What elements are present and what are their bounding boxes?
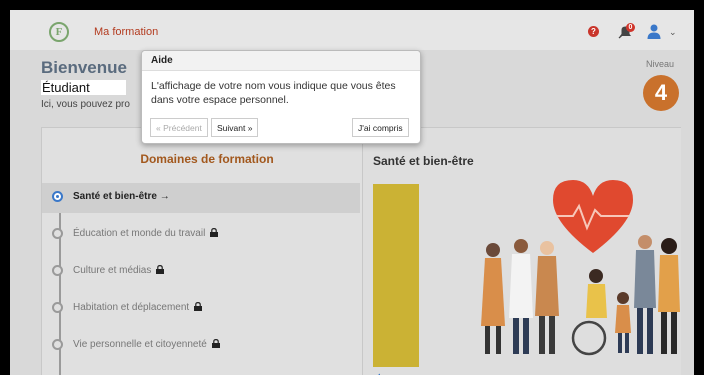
timeline-dot (52, 302, 63, 313)
app-title-link[interactable]: Ma formation (94, 26, 158, 38)
user-icon[interactable] (646, 23, 662, 39)
help-icon[interactable]: ? (588, 26, 599, 37)
timeline-dot (52, 228, 63, 239)
domains-panel: Domaines de formation Santé et bien-être… (42, 128, 362, 375)
domain-label: Éducation et monde du travail (73, 228, 206, 239)
video-placeholder[interactable] (373, 184, 419, 367)
domain-label-wrap: Culture et médias (73, 265, 165, 276)
training-card: Domaines de formation Santé et bien-être… (41, 127, 681, 375)
help-popover: Aide L'affichage de votre nom vous indiq… (141, 50, 421, 144)
domain-label: Habitation et déplacement (73, 302, 190, 313)
domain-label: Vie personnelle et citoyenneté (73, 339, 207, 350)
notification-badge: 0 (626, 23, 635, 32)
domain-detail-panel: Santé et bien-être (362, 128, 681, 375)
top-bar: F Ma formation ? 0 ⌄ (10, 10, 694, 50)
domain-item-sante[interactable]: Santé et bien-être → (42, 183, 360, 213)
domain-item-culture[interactable]: Culture et médias (42, 257, 360, 287)
intro-text: Ici, vous pouvez pro (41, 99, 130, 110)
lock-icon (210, 228, 219, 237)
domain-label-wrap: Éducation et monde du travail (73, 228, 219, 239)
domain-item-vie-personnelle[interactable]: Vie personnelle et citoyenneté (42, 331, 360, 361)
domain-label-wrap: Habitation et déplacement (73, 302, 203, 313)
popover-title: Aide (142, 51, 420, 71)
timeline-dot (52, 265, 63, 276)
popover-body: L'affichage de votre nom vous indique qu… (151, 80, 396, 106)
logo-icon[interactable]: F (49, 22, 69, 42)
previous-button[interactable]: « Précédent (150, 118, 208, 137)
student-name-label: Étudiant (41, 80, 126, 95)
next-button[interactable]: Suivant » (211, 118, 259, 137)
level-badge: 4 (643, 75, 679, 111)
app-frame: F Ma formation ? 0 ⌄ Bienvenue Étudiant … (10, 10, 694, 375)
lock-icon (194, 302, 203, 311)
domain-label: Santé et bien-être → (73, 191, 170, 202)
understood-button[interactable]: J'ai compris (352, 118, 409, 137)
level-label: Niveau (646, 59, 675, 69)
lock-icon (211, 339, 220, 348)
chevron-down-icon[interactable]: ⌄ (669, 27, 677, 38)
timeline-dot-active (52, 191, 63, 202)
health-illustration (481, 180, 680, 356)
domains-title: Domaines de formation (140, 152, 274, 166)
page-title: Bienvenue (41, 58, 127, 77)
domain-label: Culture et médias (73, 265, 152, 276)
domain-label-wrap: Vie personnelle et citoyenneté (73, 339, 220, 350)
domain-detail-title: Santé et bien-être (373, 154, 474, 168)
domain-item-habitation[interactable]: Habitation et déplacement (42, 294, 360, 324)
timeline-dot (52, 339, 63, 350)
lock-icon (156, 265, 165, 274)
domain-item-education[interactable]: Éducation et monde du travail (42, 220, 360, 250)
